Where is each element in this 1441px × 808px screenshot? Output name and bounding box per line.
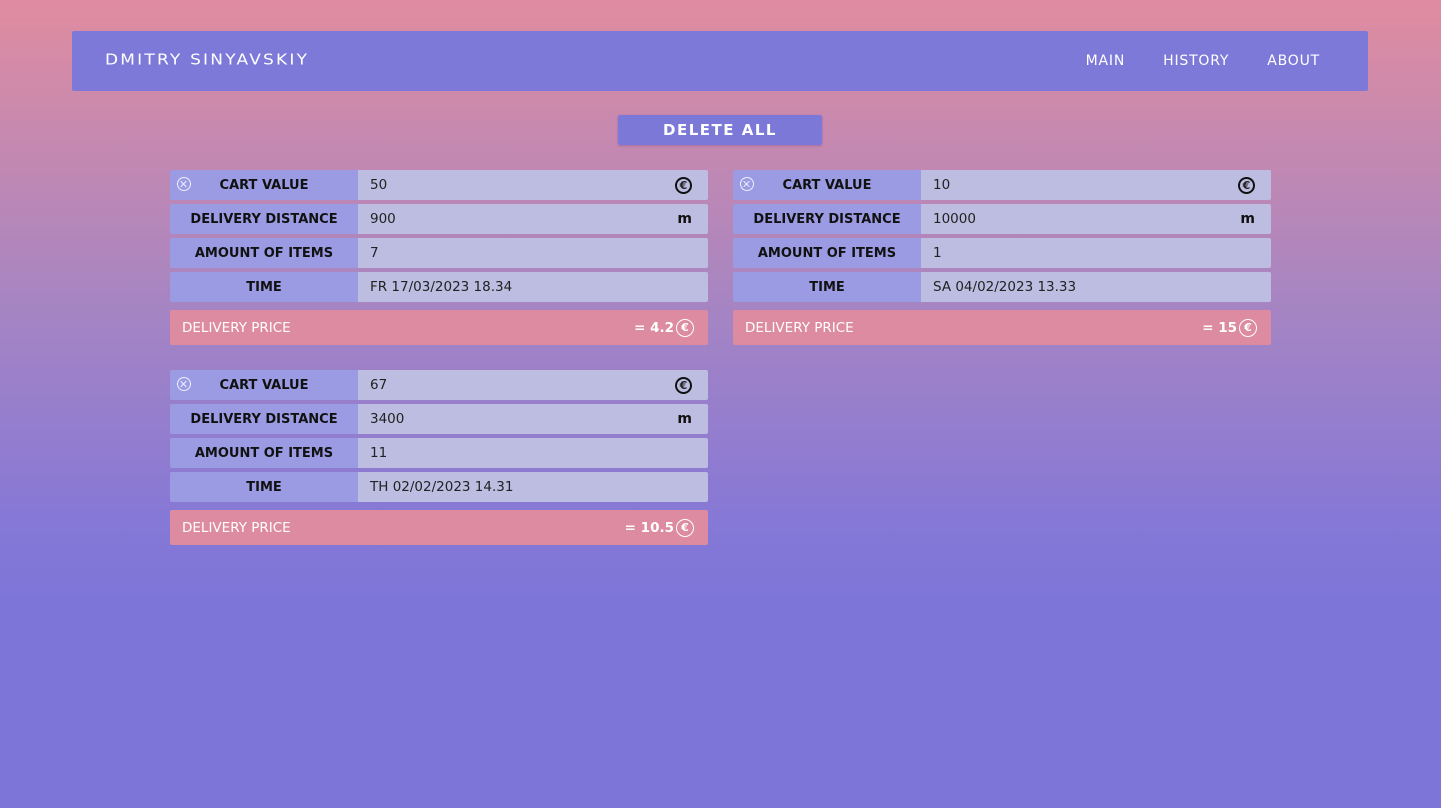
distance-unit: m — [677, 411, 692, 427]
euro-icon: € — [676, 318, 694, 337]
cart-value-cell: 10 € — [921, 170, 1271, 200]
delivery-distance-row: DELIVERY DISTANCE 10000 m — [733, 204, 1271, 234]
brand-logo-text[interactable]: DMITRY SINYAVSKIY — [105, 51, 309, 69]
amount-of-items-row: AMOUNT OF ITEMS 1 — [733, 238, 1271, 268]
euro-icon: € — [675, 176, 692, 194]
delivery-price-amount: = 15 € — [1202, 318, 1257, 337]
amount-of-items-label: AMOUNT OF ITEMS — [170, 238, 358, 268]
cart-value-label-cell: CART VALUE — [170, 370, 358, 400]
distance-unit: m — [1240, 211, 1255, 227]
nav-about-link[interactable]: ABOUT — [1267, 53, 1320, 69]
amount-of-items-value: 1 — [933, 245, 942, 261]
delivery-price-value: = 4.2 — [634, 319, 674, 336]
time-row: TIME FR 17/03/2023 18.34 — [170, 272, 708, 302]
delivery-price-bar: DELIVERY PRICE = 4.2 € — [170, 310, 708, 345]
history-entry-card: CART VALUE 10 € DELIVERY DISTANCE 10000 … — [733, 170, 1271, 345]
cart-value-label-cell: CART VALUE — [170, 170, 358, 200]
nav-history-link[interactable]: HISTORY — [1163, 53, 1229, 69]
delivery-price-bar: DELIVERY PRICE = 15 € — [733, 310, 1271, 345]
remove-entry-icon[interactable] — [177, 177, 191, 191]
delivery-distance-cell: 900 m — [358, 204, 708, 234]
cart-value-row: CART VALUE 50 € — [170, 170, 708, 200]
amount-of-items-cell: 11 — [358, 438, 708, 468]
time-cell: TH 02/02/2023 14.31 — [358, 472, 708, 502]
delivery-distance-row: DELIVERY DISTANCE 3400 m — [170, 404, 708, 434]
euro-icon: € — [676, 518, 694, 537]
cart-value-label: CART VALUE — [782, 177, 872, 193]
time-value: TH 02/02/2023 14.31 — [370, 479, 514, 495]
amount-of-items-value: 7 — [370, 245, 379, 261]
history-entry-card: CART VALUE 50 € DELIVERY DISTANCE 900 m … — [170, 170, 708, 345]
time-label: TIME — [170, 472, 358, 502]
time-value: FR 17/03/2023 18.34 — [370, 279, 513, 295]
delivery-distance-label: DELIVERY DISTANCE — [170, 404, 358, 434]
amount-of-items-cell: 1 — [921, 238, 1271, 268]
time-value: SA 04/02/2023 13.33 — [933, 279, 1077, 295]
euro-icon: € — [675, 376, 692, 394]
delivery-price-amount: = 10.5 € — [624, 518, 694, 537]
amount-of-items-cell: 7 — [358, 238, 708, 268]
remove-entry-icon[interactable] — [740, 177, 754, 191]
remove-entry-icon[interactable] — [177, 377, 191, 391]
cart-value-row: CART VALUE 67 € — [170, 370, 708, 400]
amount-of-items-row: AMOUNT OF ITEMS 7 — [170, 238, 708, 268]
cart-value-value: 67 — [370, 377, 388, 393]
delivery-price-label: DELIVERY PRICE — [182, 519, 291, 536]
time-row: TIME TH 02/02/2023 14.31 — [170, 472, 708, 502]
delivery-distance-cell: 10000 m — [921, 204, 1271, 234]
delivery-distance-label: DELIVERY DISTANCE — [170, 204, 358, 234]
amount-of-items-label: AMOUNT OF ITEMS — [170, 438, 358, 468]
delivery-price-label: DELIVERY PRICE — [745, 319, 854, 336]
cart-value-label: CART VALUE — [219, 177, 309, 193]
euro-icon: € — [1238, 176, 1255, 194]
cart-value-row: CART VALUE 10 € — [733, 170, 1271, 200]
delivery-distance-value: 900 — [370, 211, 396, 227]
amount-of-items-label: AMOUNT OF ITEMS — [733, 238, 921, 268]
time-label: TIME — [733, 272, 921, 302]
history-entry-card: CART VALUE 67 € DELIVERY DISTANCE 3400 m… — [170, 370, 708, 545]
delivery-distance-value: 10000 — [933, 211, 976, 227]
delivery-price-bar: DELIVERY PRICE = 10.5 € — [170, 510, 708, 545]
cart-value-label: CART VALUE — [219, 377, 309, 393]
amount-of-items-value: 11 — [370, 445, 388, 461]
cart-value-value: 10 — [933, 177, 951, 193]
top-navbar: DMITRY SINYAVSKIY MAIN HISTORY ABOUT — [72, 31, 1368, 91]
cart-value-cell: 50 € — [358, 170, 708, 200]
delivery-price-value: = 15 — [1202, 319, 1237, 336]
delivery-distance-value: 3400 — [370, 411, 405, 427]
delivery-price-label: DELIVERY PRICE — [182, 319, 291, 336]
main-nav: MAIN HISTORY ABOUT — [1048, 53, 1320, 69]
delivery-price-value: = 10.5 — [624, 519, 674, 536]
time-label: TIME — [170, 272, 358, 302]
cart-value-label-cell: CART VALUE — [733, 170, 921, 200]
delete-all-button[interactable]: DELETE ALL — [618, 115, 822, 145]
delivery-distance-cell: 3400 m — [358, 404, 708, 434]
time-cell: SA 04/02/2023 13.33 — [921, 272, 1271, 302]
euro-icon: € — [1239, 318, 1257, 337]
amount-of-items-row: AMOUNT OF ITEMS 11 — [170, 438, 708, 468]
cart-value-value: 50 — [370, 177, 388, 193]
time-row: TIME SA 04/02/2023 13.33 — [733, 272, 1271, 302]
distance-unit: m — [677, 211, 692, 227]
delivery-price-amount: = 4.2 € — [634, 318, 694, 337]
nav-main-link[interactable]: MAIN — [1086, 53, 1125, 69]
time-cell: FR 17/03/2023 18.34 — [358, 272, 708, 302]
delivery-distance-row: DELIVERY DISTANCE 900 m — [170, 204, 708, 234]
delivery-distance-label: DELIVERY DISTANCE — [733, 204, 921, 234]
cart-value-cell: 67 € — [358, 370, 708, 400]
